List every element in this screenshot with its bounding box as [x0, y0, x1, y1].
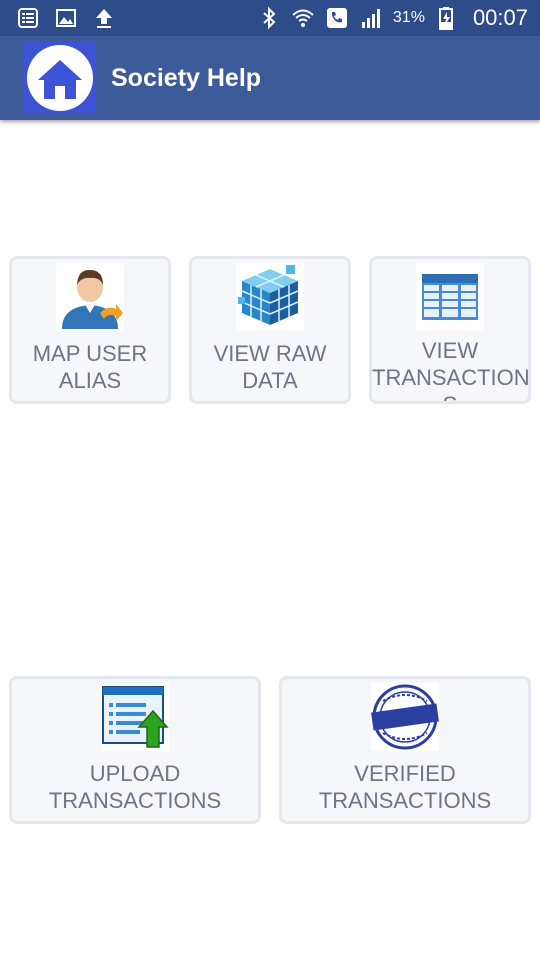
table-icon [416, 263, 484, 331]
status-bar: 31% 00:07 [0, 0, 540, 36]
bluetooth-icon [263, 6, 276, 30]
view-transactions-button[interactable]: VIEW TRANSACTION S [369, 256, 531, 404]
view-transactions-label: VIEW TRANSACTION S [372, 338, 530, 401]
battery-charging-icon [438, 7, 453, 30]
app-logo[interactable] [24, 42, 96, 114]
verified-stamp-icon [371, 683, 439, 751]
upload-icon [96, 9, 112, 28]
data-cube-icon [236, 263, 304, 331]
view-raw-data-label: VIEW RAW DATA [213, 341, 327, 393]
upload-list-icon [101, 683, 169, 751]
notification-list-icon [18, 8, 38, 28]
user-map-icon [56, 263, 124, 331]
upload-transactions-label: UPLOAD TRANSACTIONS [48, 761, 222, 813]
home-icon [27, 45, 93, 111]
clock: 00:07 [472, 5, 528, 30]
wifi-calling-icon [292, 9, 314, 27]
verified-transactions-button[interactable]: VERIFIED TRANSACTIONS [279, 676, 531, 824]
signal-icon [361, 9, 380, 28]
verified-transactions-label: VERIFIED TRANSACTIONS [318, 761, 492, 813]
image-icon [56, 9, 76, 27]
app-bar: Society Help [0, 36, 540, 120]
call-icon [326, 8, 347, 28]
battery-percentage: 31% [392, 9, 425, 26]
map-user-alias-label: MAP USER ALIAS [32, 341, 148, 393]
upload-transactions-button[interactable]: UPLOAD TRANSACTIONS [9, 676, 261, 824]
view-raw-data-button[interactable]: VIEW RAW DATA [189, 256, 351, 404]
map-user-alias-button[interactable]: MAP USER ALIAS [9, 256, 171, 404]
app-title: Society Help [111, 64, 262, 92]
